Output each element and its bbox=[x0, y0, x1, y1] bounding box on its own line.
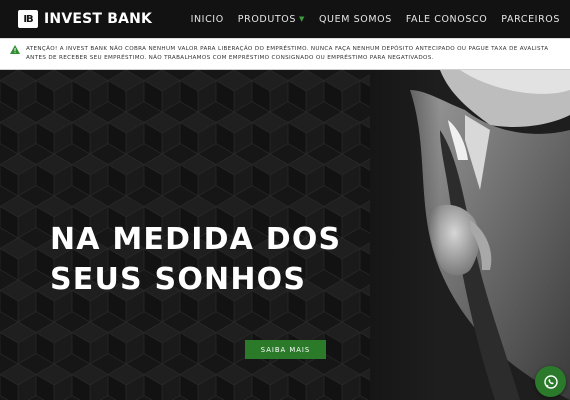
whatsapp-button[interactable] bbox=[535, 366, 566, 397]
nav-item-label: QUEM SOMOS bbox=[318, 13, 392, 25]
nav-item-label: INICIO bbox=[190, 13, 224, 25]
logo-mark-icon: IB bbox=[18, 10, 38, 28]
brand-logo[interactable]: IB INVEST BANK bbox=[18, 10, 152, 28]
brand-name: INVEST BANK bbox=[44, 11, 153, 27]
chevron-down-icon: ▼ bbox=[298, 15, 305, 23]
logo-mark-text: IB bbox=[23, 13, 33, 25]
nav-item-label: PARCEIROS bbox=[501, 13, 560, 25]
hero-title-line-2: SEUS SONHOS bbox=[50, 262, 307, 297]
main-nav: INICIO PRODUTOS ▼ QUEM SOMOS FALE CONOSC… bbox=[177, 0, 560, 38]
top-navbar: IB INVEST BANK INICIO PRODUTOS ▼ QUEM SO… bbox=[0, 0, 570, 38]
whatsapp-icon bbox=[543, 374, 558, 389]
nav-item-quem-somos[interactable]: QUEM SOMOS bbox=[319, 14, 392, 25]
warning-icon bbox=[10, 45, 20, 54]
hero-banner: NA MEDIDA DOS SEUS SONHOS SAIBA MAIS bbox=[0, 70, 570, 400]
warning-alert: ATENÇÃO! A INVEST BANK NÃO COBRA NENHUM … bbox=[0, 38, 570, 70]
nav-item-fale-conosco[interactable]: FALE CONOSCO bbox=[406, 14, 487, 25]
saiba-mais-button[interactable]: SAIBA MAIS bbox=[245, 340, 326, 359]
hero-title-line-1: NA MEDIDA DOS bbox=[50, 222, 342, 257]
hero-title: NA MEDIDA DOS SEUS SONHOS bbox=[50, 220, 341, 300]
alert-message: ATENÇÃO! A INVEST BANK NÃO COBRA NENHUM … bbox=[26, 46, 549, 61]
nav-item-produtos[interactable]: PRODUTOS ▼ bbox=[238, 14, 305, 25]
businessman-photo bbox=[370, 70, 570, 400]
nav-item-label: FALE CONOSCO bbox=[405, 13, 488, 25]
nav-item-label: PRODUTOS bbox=[237, 13, 296, 25]
nav-item-parceiros[interactable]: PARCEIROS bbox=[501, 14, 560, 25]
nav-item-inicio[interactable]: INICIO bbox=[191, 14, 224, 25]
